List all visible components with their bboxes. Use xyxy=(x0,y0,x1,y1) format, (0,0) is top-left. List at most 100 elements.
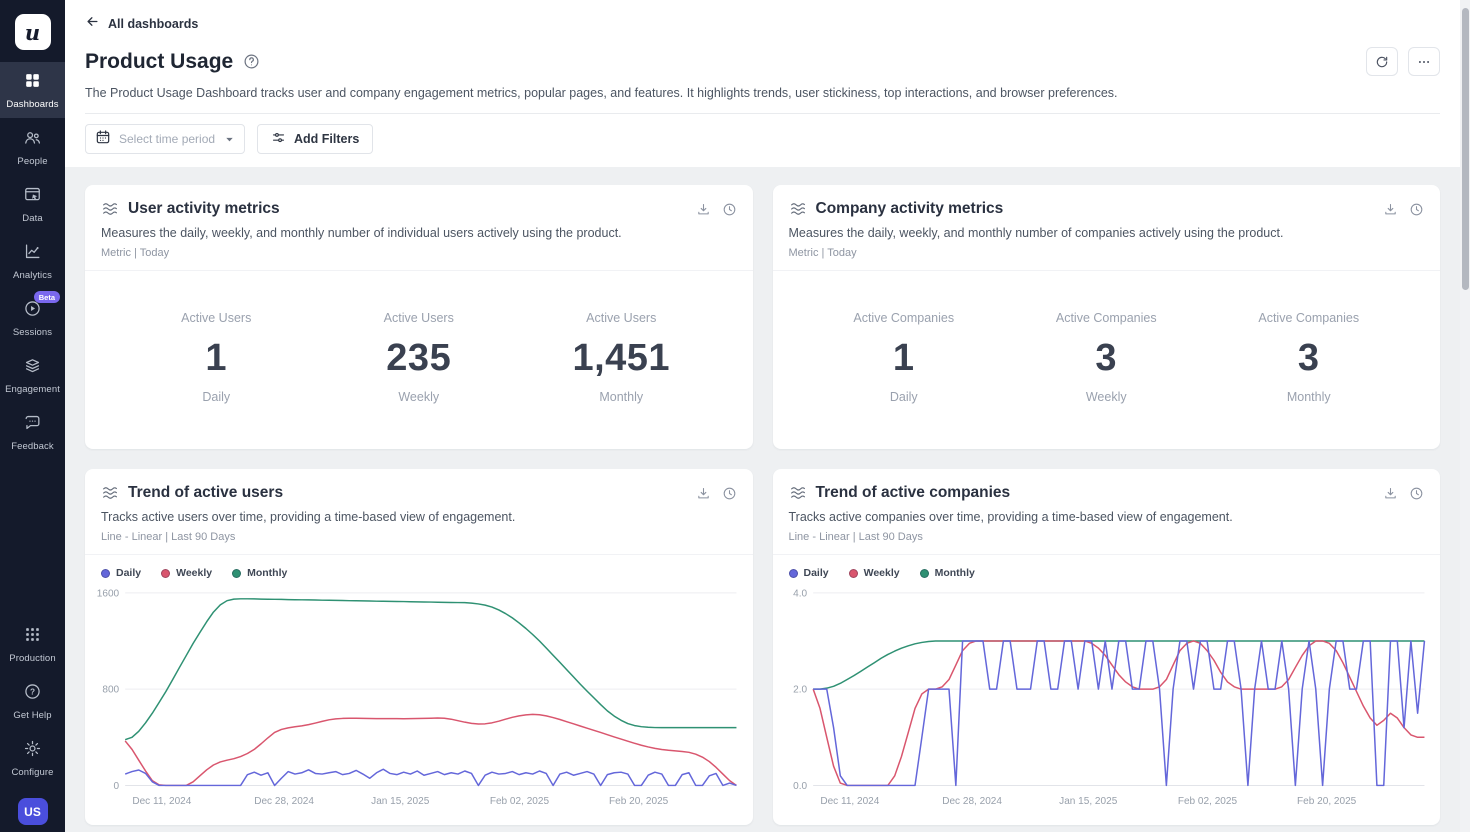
people-icon xyxy=(23,128,42,152)
app: u Dashboards People Data Analytics xyxy=(0,0,1470,832)
svg-text:2.0: 2.0 xyxy=(793,685,807,696)
app-logo[interactable]: u xyxy=(15,14,51,50)
card-trend-active-companies: Trend of active companies Tracks active xyxy=(773,469,1441,825)
card-title: Trend of active companies xyxy=(816,484,1011,502)
ellipsis-icon xyxy=(1417,55,1431,69)
svg-text:0: 0 xyxy=(114,781,120,792)
beta-badge: Beta xyxy=(34,291,60,303)
time-period-select[interactable]: Select time period xyxy=(85,124,245,154)
svg-text:Feb 02, 2025: Feb 02, 2025 xyxy=(1177,796,1237,807)
sidebar-item-label: Analytics xyxy=(13,270,52,281)
sidebar-item-feedback[interactable]: Feedback xyxy=(0,404,65,460)
legend-dot xyxy=(101,569,110,578)
metric-label: Active Companies xyxy=(1208,311,1411,325)
sidebar-item-sessions[interactable]: Beta Sessions xyxy=(0,290,65,346)
metric-daily: Active Companies 1 Daily xyxy=(803,311,1006,404)
refresh-button[interactable] xyxy=(1366,47,1398,76)
sidebar-item-label: Feedback xyxy=(11,441,54,452)
metric-period: Monthly xyxy=(520,390,723,404)
card-description: Measures the daily, weekly, and monthly … xyxy=(789,226,1425,240)
chart-area: 08001600Dec 11, 2024Dec 28, 2024Jan 15, … xyxy=(85,581,753,811)
metric-period: Monthly xyxy=(1208,390,1411,404)
main-area: All dashboards Product Usage The Product… xyxy=(65,0,1470,832)
legend-item-weekly[interactable]: Weekly xyxy=(161,567,212,579)
legend-item-daily[interactable]: Daily xyxy=(789,567,829,579)
user-avatar[interactable]: US xyxy=(18,798,48,825)
sidebar-item-analytics[interactable]: Analytics xyxy=(0,233,65,289)
legend-item-monthly[interactable]: Monthly xyxy=(920,567,975,579)
metric-value: 3 xyxy=(1005,337,1208,380)
production-icon xyxy=(23,625,42,649)
dashboards-icon xyxy=(23,71,42,95)
sidebar-item-people[interactable]: People xyxy=(0,119,65,175)
metric-weekly: Active Companies 3 Weekly xyxy=(1005,311,1208,404)
card-trend-active-users: Trend of active users Tracks active use xyxy=(85,469,753,825)
sidebar-item-label: Data xyxy=(22,213,42,224)
data-icon xyxy=(23,185,42,209)
back-label: All dashboards xyxy=(108,17,198,31)
clock-icon[interactable] xyxy=(722,202,737,217)
card-meta: Metric | Today xyxy=(789,247,1425,259)
legend-item-monthly[interactable]: Monthly xyxy=(232,567,287,579)
page-description: The Product Usage Dashboard tracks user … xyxy=(85,86,1440,114)
legend-item-weekly[interactable]: Weekly xyxy=(849,567,900,579)
metric-value: 235 xyxy=(318,337,521,380)
metric-value: 1 xyxy=(115,337,318,380)
engagement-icon xyxy=(23,356,42,380)
clock-icon[interactable] xyxy=(1409,202,1424,217)
sidebar-item-engagement[interactable]: Engagement xyxy=(0,347,65,403)
sidebar-item-configure[interactable]: Configure xyxy=(0,730,65,786)
download-icon[interactable] xyxy=(696,486,711,501)
legend-dot xyxy=(161,569,170,578)
download-icon[interactable] xyxy=(1383,202,1398,217)
sidebar-item-dashboards[interactable]: Dashboards xyxy=(0,62,65,118)
metric-period: Daily xyxy=(115,390,318,404)
card-title: User activity metrics xyxy=(128,200,280,218)
card-company-activity-metrics: Company activity metrics Measures the d xyxy=(773,185,1441,449)
arrow-left-icon xyxy=(85,14,100,34)
analytics-icon xyxy=(23,242,42,266)
svg-text:Dec 11, 2024: Dec 11, 2024 xyxy=(132,796,192,807)
download-icon[interactable] xyxy=(696,202,711,217)
chart-legend: Daily Weekly Monthly xyxy=(85,555,753,581)
active-users-line-chart[interactable]: 08001600Dec 11, 2024Dec 28, 2024Jan 15, … xyxy=(93,583,745,811)
add-filters-button[interactable]: Add Filters xyxy=(257,124,373,154)
configure-icon xyxy=(23,739,42,763)
card-meta: Line - Linear | Last 90 Days xyxy=(101,531,737,543)
wave-chart-icon xyxy=(101,200,119,218)
metric-value: 1,451 xyxy=(520,337,723,380)
legend-label: Weekly xyxy=(176,567,212,579)
clock-icon[interactable] xyxy=(1409,486,1424,501)
clock-icon[interactable] xyxy=(722,486,737,501)
legend-item-daily[interactable]: Daily xyxy=(101,567,141,579)
dashboard-content: User activity metrics Measures the dail xyxy=(65,167,1470,832)
scrollbar-track[interactable] xyxy=(1460,0,1470,832)
get-help-icon: ? xyxy=(23,682,42,706)
legend-label: Monthly xyxy=(935,567,975,579)
sidebar-item-data[interactable]: Data xyxy=(0,176,65,232)
sidebar-item-label: Engagement xyxy=(5,384,60,395)
metric-monthly: Active Users 1,451 Monthly xyxy=(520,311,723,404)
download-icon[interactable] xyxy=(1383,486,1398,501)
card-title: Company activity metrics xyxy=(816,200,1004,218)
help-icon[interactable] xyxy=(243,53,260,70)
time-period-placeholder: Select time period xyxy=(119,132,216,146)
active-companies-line-chart[interactable]: 0.02.04.0Dec 11, 2024Dec 28, 2024Jan 15,… xyxy=(781,583,1433,811)
sidebar-item-label: People xyxy=(17,156,47,167)
svg-text:1600: 1600 xyxy=(97,588,120,599)
scrollbar-thumb[interactable] xyxy=(1462,8,1469,290)
sidebar-item-get-help[interactable]: ? Get Help xyxy=(0,673,65,729)
svg-text:0.0: 0.0 xyxy=(793,781,807,792)
legend-label: Weekly xyxy=(864,567,900,579)
wave-chart-icon xyxy=(789,200,807,218)
metric-label: Active Users xyxy=(520,311,723,325)
sidebar-item-production[interactable]: Production xyxy=(0,616,65,672)
metric-label: Active Users xyxy=(318,311,521,325)
card-user-activity-metrics: User activity metrics Measures the dail xyxy=(85,185,753,449)
back-link[interactable]: All dashboards xyxy=(85,14,198,34)
wave-chart-icon xyxy=(789,484,807,502)
logo-glyph: u xyxy=(25,20,40,45)
metric-label: Active Companies xyxy=(803,311,1006,325)
more-options-button[interactable] xyxy=(1408,47,1440,76)
chart-area: 0.02.04.0Dec 11, 2024Dec 28, 2024Jan 15,… xyxy=(773,581,1441,811)
